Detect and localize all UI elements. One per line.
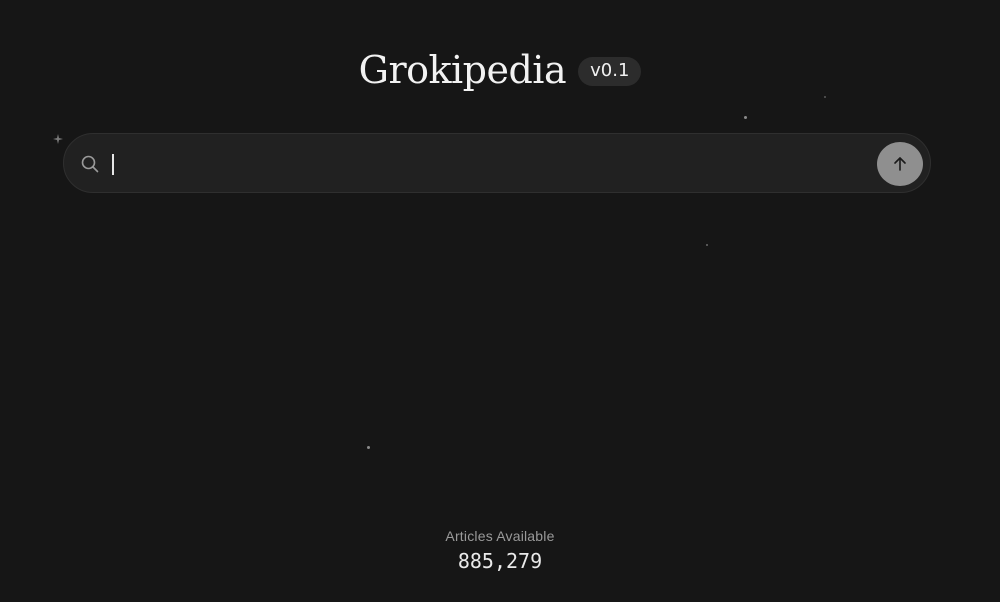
app-title: Grokipedia xyxy=(358,48,567,92)
text-caret xyxy=(112,154,114,175)
version-badge: v0.1 xyxy=(578,56,642,86)
search-bar[interactable] xyxy=(63,133,931,193)
page-header: Grokipedia v0.1 xyxy=(0,44,1000,96)
sparkle-icon xyxy=(53,134,63,144)
arrow-up-icon xyxy=(894,157,906,171)
articles-label: Articles Available xyxy=(445,528,555,544)
submit-button[interactable] xyxy=(877,142,923,186)
star xyxy=(367,446,370,449)
articles-count: 885,279 xyxy=(457,549,543,573)
star xyxy=(824,96,826,98)
article-stats: Articles Available 885,279 xyxy=(0,528,1000,573)
search-icon xyxy=(81,155,99,173)
star xyxy=(744,116,747,119)
star xyxy=(706,244,708,246)
search-input[interactable] xyxy=(110,146,870,182)
